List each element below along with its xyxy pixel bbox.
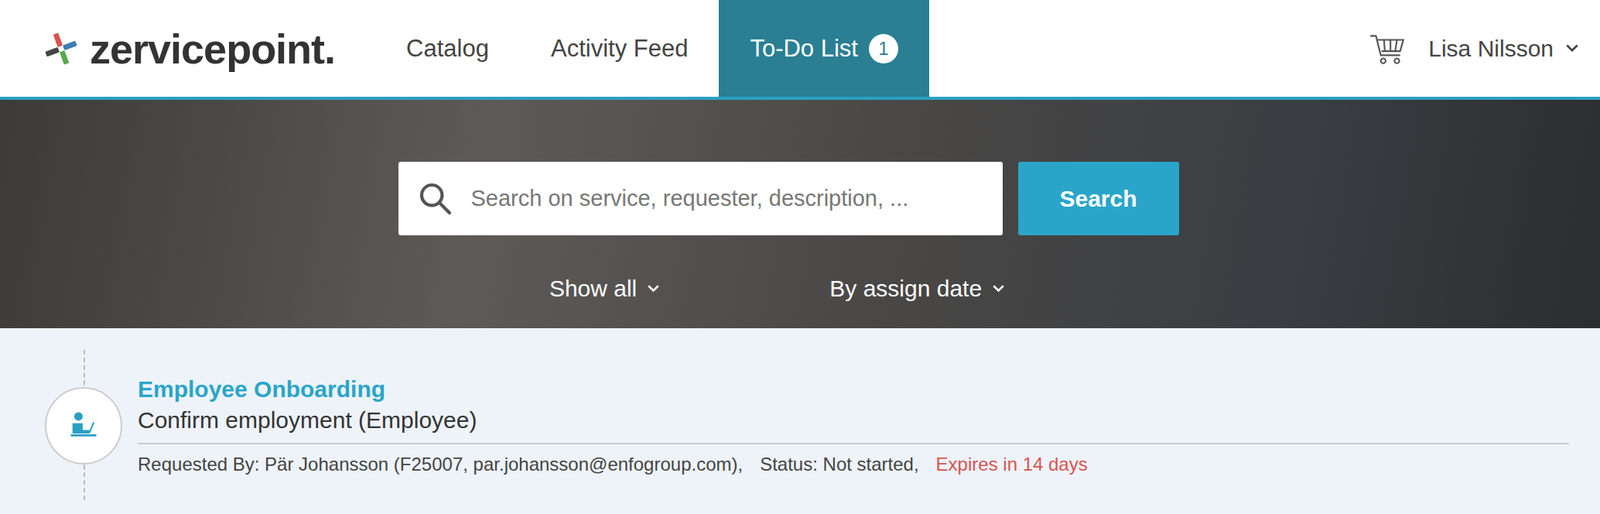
expiry: Expires in 14 days [936, 453, 1088, 476]
task-title: Confirm employment (Employee) [137, 406, 1570, 445]
nav-tab[interactable]: To-Do List 1 [718, 0, 930, 97]
nav-tab[interactable]: Activity Feed [519, 0, 719, 97]
task-type-badge [44, 386, 123, 465]
search-row: Search on service, requester, descriptio… [398, 161, 1180, 236]
user-name: Lisa Nilsson [1428, 35, 1554, 62]
requested-by: Requested By: Pär Johansson (F25007, par… [137, 453, 743, 476]
person-at-laptop-icon [66, 408, 101, 443]
user-area: Lisa Nilsson [1367, 0, 1600, 97]
task-status: Status: Not started, [759, 453, 919, 476]
search-placeholder: Search on service, requester, descriptio… [471, 185, 910, 212]
search-field[interactable]: Search on service, requester, descriptio… [398, 161, 1003, 236]
chevron-down-icon [647, 284, 660, 293]
nav-label: Activity Feed [550, 34, 688, 63]
service-title[interactable]: Employee Onboarding [137, 376, 1570, 403]
task-meta: Requested By: Pär Johansson (F25007, par… [137, 453, 1570, 476]
main-nav: Catalog Activity Feed To-Do List 1 [375, 0, 930, 97]
chevron-down-icon [992, 284, 1005, 293]
search-hero: Search on service, requester, descriptio… [0, 99, 1600, 329]
magnifier-icon [417, 180, 455, 218]
nav-label: To-Do List [749, 34, 859, 63]
chevron-down-icon [1565, 44, 1579, 53]
count-badge: 1 [868, 34, 899, 64]
logo-text: zervicepoint. [89, 24, 336, 73]
todo-page: zervicepoint. Catalog Activity Feed To-D… [0, 0, 1600, 514]
nav-label: Catalog [406, 34, 489, 63]
search-button[interactable]: Search [1018, 161, 1180, 236]
top-bar: zervicepoint. Catalog Activity Feed To-D… [0, 0, 1600, 100]
logo-icon [43, 30, 79, 67]
task-content: Employee Onboarding Confirm employment (… [137, 376, 1570, 476]
cart-icon[interactable] [1367, 29, 1407, 69]
nav-tab[interactable]: Catalog [375, 0, 520, 97]
task-row[interactable]: Employee Onboarding Confirm employment (… [0, 328, 1600, 500]
show-filter[interactable]: Show all [549, 275, 660, 302]
logo[interactable]: zervicepoint. [0, 0, 336, 97]
filter-row: Show all By assign date [549, 275, 1005, 302]
task-list: Employee Onboarding Confirm employment (… [0, 328, 1600, 500]
sort-filter[interactable]: By assign date [829, 275, 1005, 302]
user-menu[interactable]: Lisa Nilsson [1428, 35, 1579, 62]
